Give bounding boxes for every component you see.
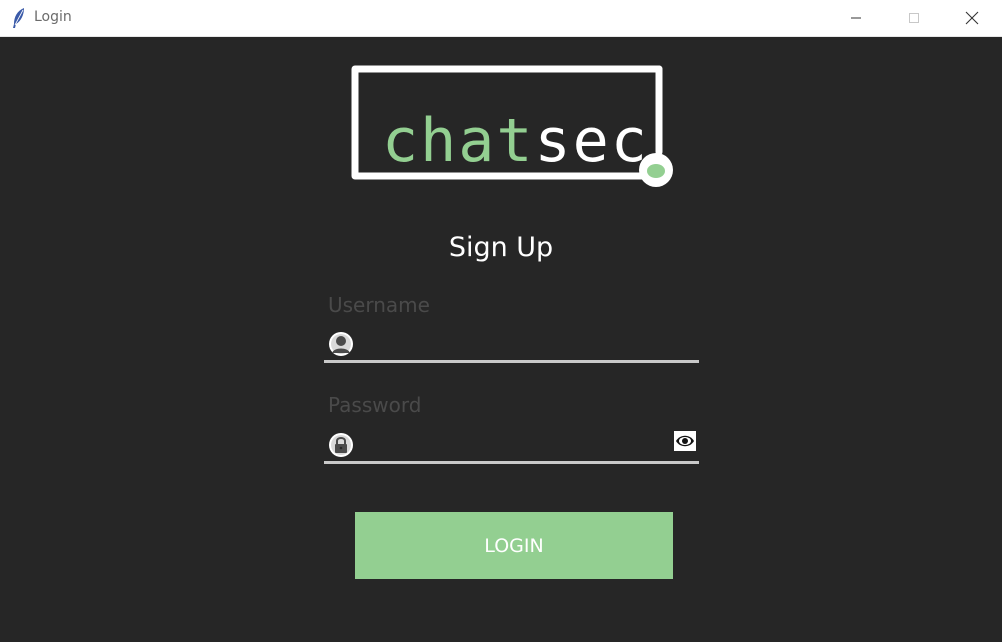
- lock-icon: [329, 433, 353, 457]
- close-icon: [965, 11, 979, 25]
- feather-icon: [13, 8, 24, 28]
- maximize-button[interactable]: [885, 0, 943, 36]
- window-titlebar: Login: [0, 0, 1002, 37]
- svg-text:chatsec: chatsec: [382, 106, 649, 176]
- username-label: Username: [328, 293, 430, 317]
- username-field[interactable]: [324, 330, 700, 360]
- password-label: Password: [328, 393, 422, 417]
- maximize-icon: [909, 13, 919, 23]
- password-field[interactable]: [324, 431, 700, 461]
- chatsec-logo: chatsec: [351, 65, 673, 187]
- minimize-button[interactable]: [827, 0, 885, 36]
- logo-text-sec: sec: [535, 106, 649, 176]
- user-icon: [329, 332, 353, 356]
- close-button[interactable]: [943, 0, 1001, 36]
- window-title: Login: [34, 9, 72, 25]
- password-input[interactable]: [360, 433, 664, 459]
- logo-text-chat: chat: [382, 106, 535, 176]
- form-heading: Sign Up: [448, 232, 554, 263]
- minimize-icon: [851, 17, 861, 19]
- login-button[interactable]: LOGIN: [355, 512, 673, 579]
- password-underline: [324, 461, 699, 464]
- username-underline: [324, 360, 699, 363]
- eye-icon[interactable]: [674, 431, 696, 451]
- username-input[interactable]: [360, 332, 664, 358]
